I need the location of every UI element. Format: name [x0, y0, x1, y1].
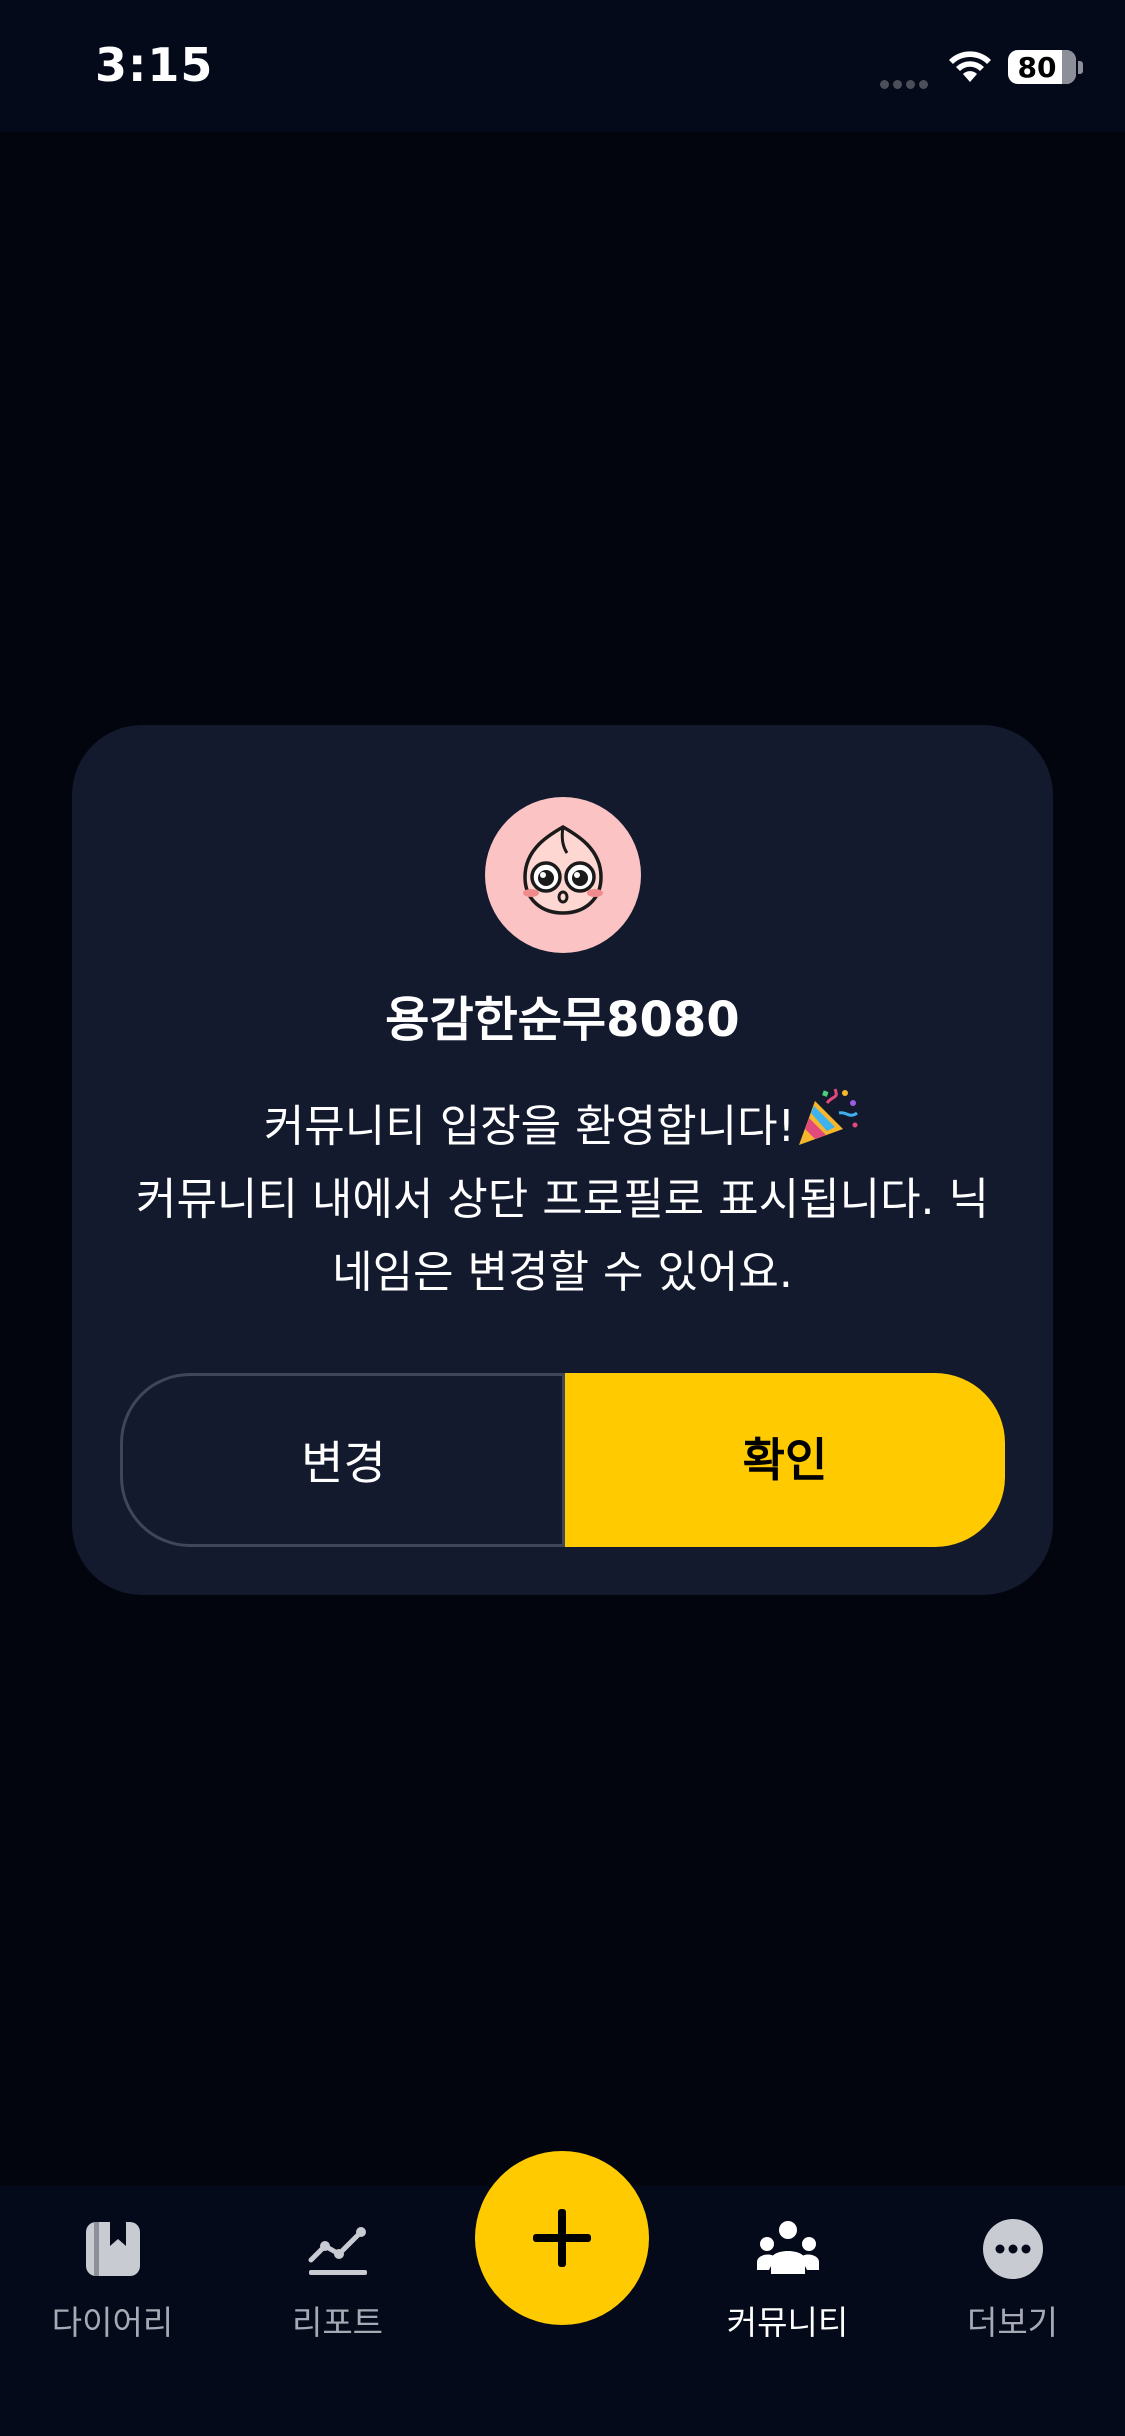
peach-character-avatar-icon [485, 797, 641, 953]
tab-report[interactable]: 리포트 [225, 2216, 450, 2366]
plus-icon [533, 2209, 591, 2267]
change-nickname-button[interactable]: 변경 [120, 1373, 564, 1547]
tab-label: 다이어리 [51, 2303, 174, 2342]
line-chart-icon [308, 2227, 367, 2275]
welcome-line-2: 커뮤니티 내에서 상단 프로필로 표시됩니다. 닉 [135, 1174, 990, 1225]
welcome-line-1-text: 커뮤니티 입장을 환영합니다! [263, 1101, 796, 1152]
welcome-line-1: 커뮤니티 입장을 환영합니다! [112, 1085, 1013, 1163]
tab-community[interactable]: 커뮤니티 [675, 2216, 900, 2366]
tab-label: 더보기 [966, 2303, 1059, 2342]
confirm-button[interactable]: 확인 [565, 1373, 1005, 1547]
battery-tip [1078, 61, 1083, 74]
battery-icon: 80 [1008, 50, 1076, 84]
tab-more[interactable]: 더보기 [900, 2216, 1125, 2366]
battery-level: 80 [1017, 51, 1057, 84]
tab-label: 리포트 [291, 2303, 384, 2342]
cellular-signal-icon [880, 74, 936, 89]
welcome-message: 커뮤니티 입장을 환영합니다! 커뮤니티 내에서 상단 프로필로 표시됩니다. … [112, 1085, 1013, 1309]
nickname: 용감한순무8080 [385, 992, 740, 1048]
welcome-line-3: 네임은 변경할 수 있어요. [332, 1247, 793, 1298]
status-time: 3:15 [95, 38, 214, 92]
welcome-dialog: 용감한순무8080 커뮤니티 입장을 환영합니다! 커뮤니티 내에서 상단 프로… [72, 725, 1053, 1595]
tab-diary[interactable]: 다이어리 [0, 2216, 225, 2366]
party-popper-icon [799, 1088, 859, 1145]
add-entry-button[interactable] [475, 2151, 649, 2325]
wifi-icon [949, 51, 991, 82]
diary-bookmark-icon [85, 2222, 140, 2276]
screen: 3:15 80 용감한순무8080 커뮤니티 입장을 환영합니다! 커뮤니티 내… [0, 0, 1125, 2436]
status-bar: 3:15 80 [0, 0, 1125, 132]
community-people-icon [756, 2221, 819, 2274]
more-dots-icon [982, 2219, 1043, 2279]
tab-label: 커뮤니티 [726, 2303, 849, 2342]
